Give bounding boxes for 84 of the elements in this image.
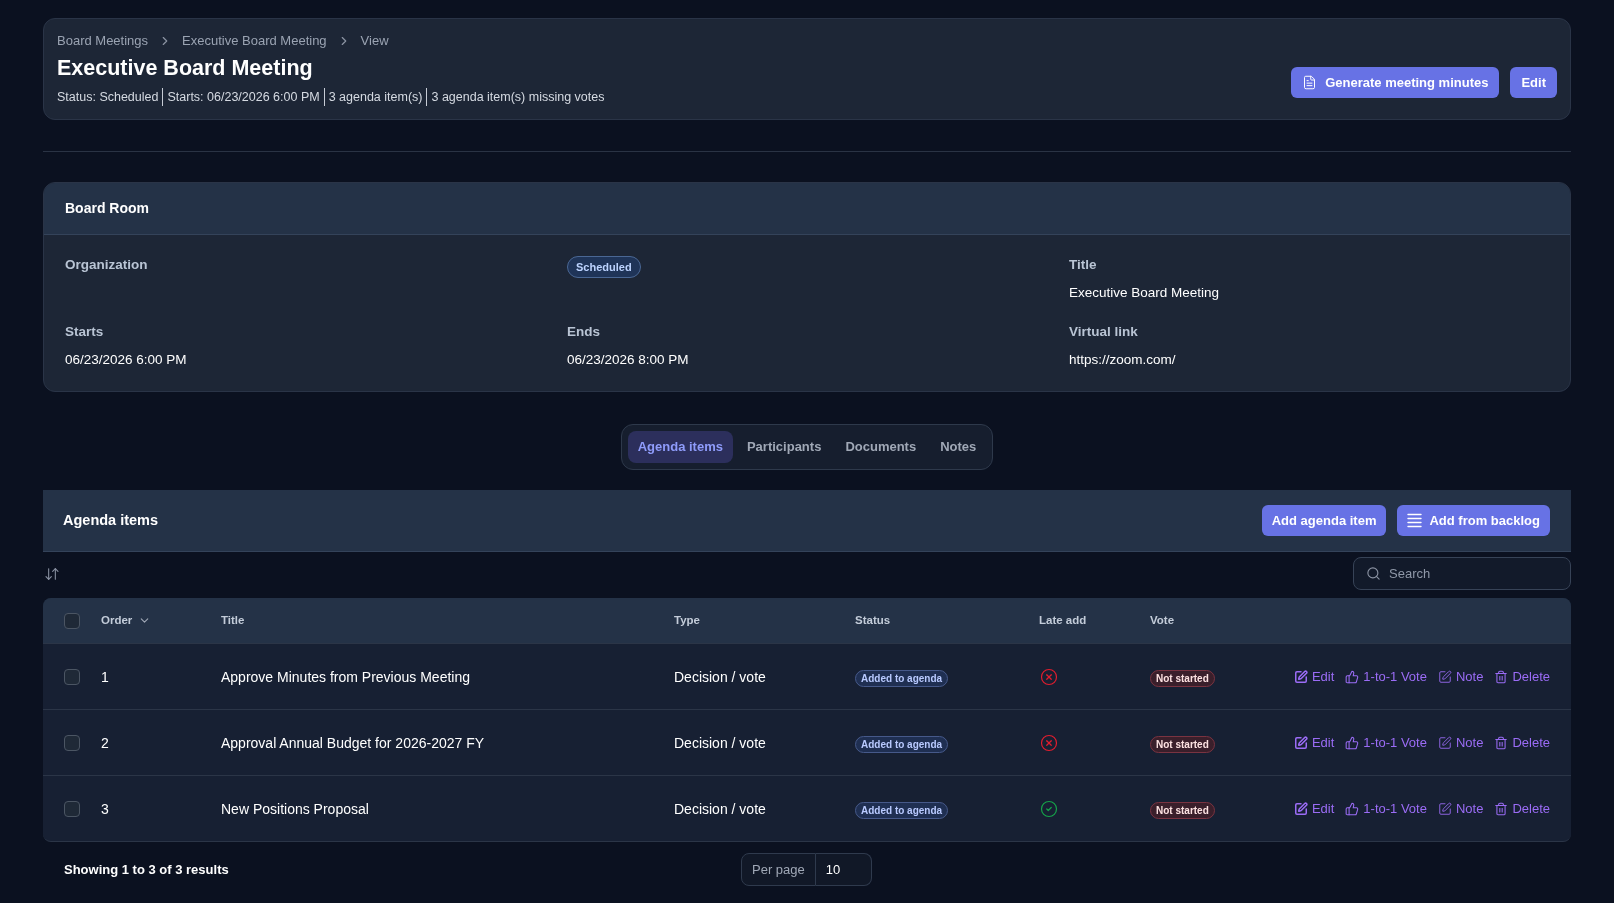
field-value: 06/23/2026 8:00 PM: [567, 351, 689, 369]
table-cell: Decision / vote: [674, 800, 766, 817]
table-cell: Approve Minutes from Previous Meeting: [221, 668, 470, 685]
status-badge: Added to agenda: [855, 801, 949, 819]
table-cell: New Positions Proposal: [221, 800, 369, 817]
card-title: Board Room: [65, 199, 149, 218]
trash-icon: [1494, 801, 1509, 816]
sortable-column-header[interactable]: Order: [101, 611, 152, 630]
field-value: Executive Board Meeting: [1069, 284, 1220, 302]
column-header: Vote: [1150, 612, 1175, 628]
edit-icon: [1293, 735, 1308, 750]
status-badge: Added to agenda: [855, 735, 949, 753]
per-page-label: Per page: [741, 853, 816, 886]
search-field[interactable]: Search: [1353, 557, 1571, 590]
edit-button[interactable]: Edit: [1510, 67, 1557, 98]
add-agenda-item-button[interactable]: Add agenda item: [1261, 505, 1387, 536]
note-link[interactable]: Note: [1437, 732, 1484, 753]
field-label: Virtual link: [1069, 323, 1138, 341]
edit-link[interactable]: Edit: [1293, 666, 1335, 687]
delete-link[interactable]: Delete: [1494, 732, 1550, 753]
thumbs-up-icon: [1345, 669, 1360, 684]
note-link[interactable]: Note: [1437, 666, 1484, 687]
vote-link[interactable]: 1-to-1 Vote: [1345, 798, 1427, 819]
field-label: Title: [1069, 256, 1097, 274]
edit-link[interactable]: Edit: [1293, 798, 1335, 819]
table-cell: Decision / vote: [674, 668, 766, 685]
meta-text: 3 agenda item(s): [323, 88, 423, 106]
tab[interactable]: Agenda items: [627, 431, 733, 463]
field-value: 06/23/2026 6:00 PM: [65, 351, 187, 369]
tab[interactable]: Documents: [835, 431, 927, 463]
table-cell: 2: [101, 734, 109, 751]
search-icon: [1366, 566, 1381, 581]
vote-status-badge: Not started: [1150, 669, 1215, 687]
table-cell: 3: [101, 800, 109, 817]
status-badge: Scheduled: [567, 256, 641, 278]
field-label: Ends: [567, 323, 600, 341]
meta-text: Starts: 06/23/2026 6:00 PM: [162, 88, 320, 106]
section-title: Agenda items: [63, 510, 159, 530]
pencil-square-icon: [1437, 735, 1452, 750]
thumbs-up-icon: [1345, 801, 1360, 816]
column-header: Late add: [1039, 612, 1087, 628]
meta-text: 3 agenda item(s) missing votes: [426, 88, 605, 106]
edit-link[interactable]: Edit: [1293, 732, 1335, 753]
trash-icon: [1494, 669, 1509, 684]
column-header: Title: [221, 612, 245, 628]
table-cell: Decision / vote: [674, 734, 766, 751]
delete-link[interactable]: Delete: [1494, 798, 1550, 819]
tab[interactable]: Participants: [736, 431, 832, 463]
row-checkbox[interactable]: [64, 734, 80, 751]
row-checkbox[interactable]: [64, 668, 80, 685]
breadcrumb-text: View: [360, 32, 389, 51]
meta-text: Status: Scheduled: [57, 89, 159, 106]
sort-icon[interactable]: [44, 565, 60, 582]
table-cell: 1: [101, 668, 109, 685]
vote-link[interactable]: 1-to-1 Vote: [1345, 732, 1427, 753]
field-label: Starts: [65, 323, 104, 341]
vote-status-badge: Not started: [1150, 801, 1215, 819]
virtual-link[interactable]: https://zoom.com/: [1069, 350, 1176, 370]
table-cell: Approval Annual Budget for 2026-2027 FY: [221, 734, 485, 751]
vote-link[interactable]: 1-to-1 Vote: [1345, 666, 1427, 687]
generate-minutes-button[interactable]: Generate meeting minutes: [1291, 67, 1500, 98]
document-icon: [1302, 75, 1318, 90]
edit-icon: [1293, 801, 1308, 816]
breadcrumb-link[interactable]: Executive Board Meeting: [182, 31, 327, 51]
pencil-square-icon: [1437, 801, 1452, 816]
tab[interactable]: Notes: [930, 431, 987, 463]
status-badge: Added to agenda: [855, 669, 949, 687]
results-summary: Showing 1 to 3 of 3 results: [64, 860, 230, 879]
breadcrumb-link[interactable]: Board Meetings: [57, 31, 149, 51]
page-title: Executive Board Meeting: [57, 55, 314, 82]
edit-icon: [1293, 669, 1308, 684]
pencil-square-icon: [1437, 669, 1452, 684]
add-from-backlog-button[interactable]: Add from backlog: [1397, 505, 1550, 536]
column-header: Status: [855, 612, 891, 628]
delete-link[interactable]: Delete: [1494, 666, 1550, 687]
thumbs-up-icon: [1345, 735, 1360, 750]
select-all-checkbox[interactable]: [64, 612, 80, 629]
per-page-select[interactable]: 10: [815, 853, 872, 886]
row-checkbox[interactable]: [64, 800, 80, 817]
trash-icon: [1494, 735, 1509, 750]
vote-status-badge: Not started: [1150, 735, 1215, 753]
note-link[interactable]: Note: [1437, 798, 1484, 819]
column-header: Type: [674, 612, 700, 628]
list-icon: [1407, 513, 1423, 528]
